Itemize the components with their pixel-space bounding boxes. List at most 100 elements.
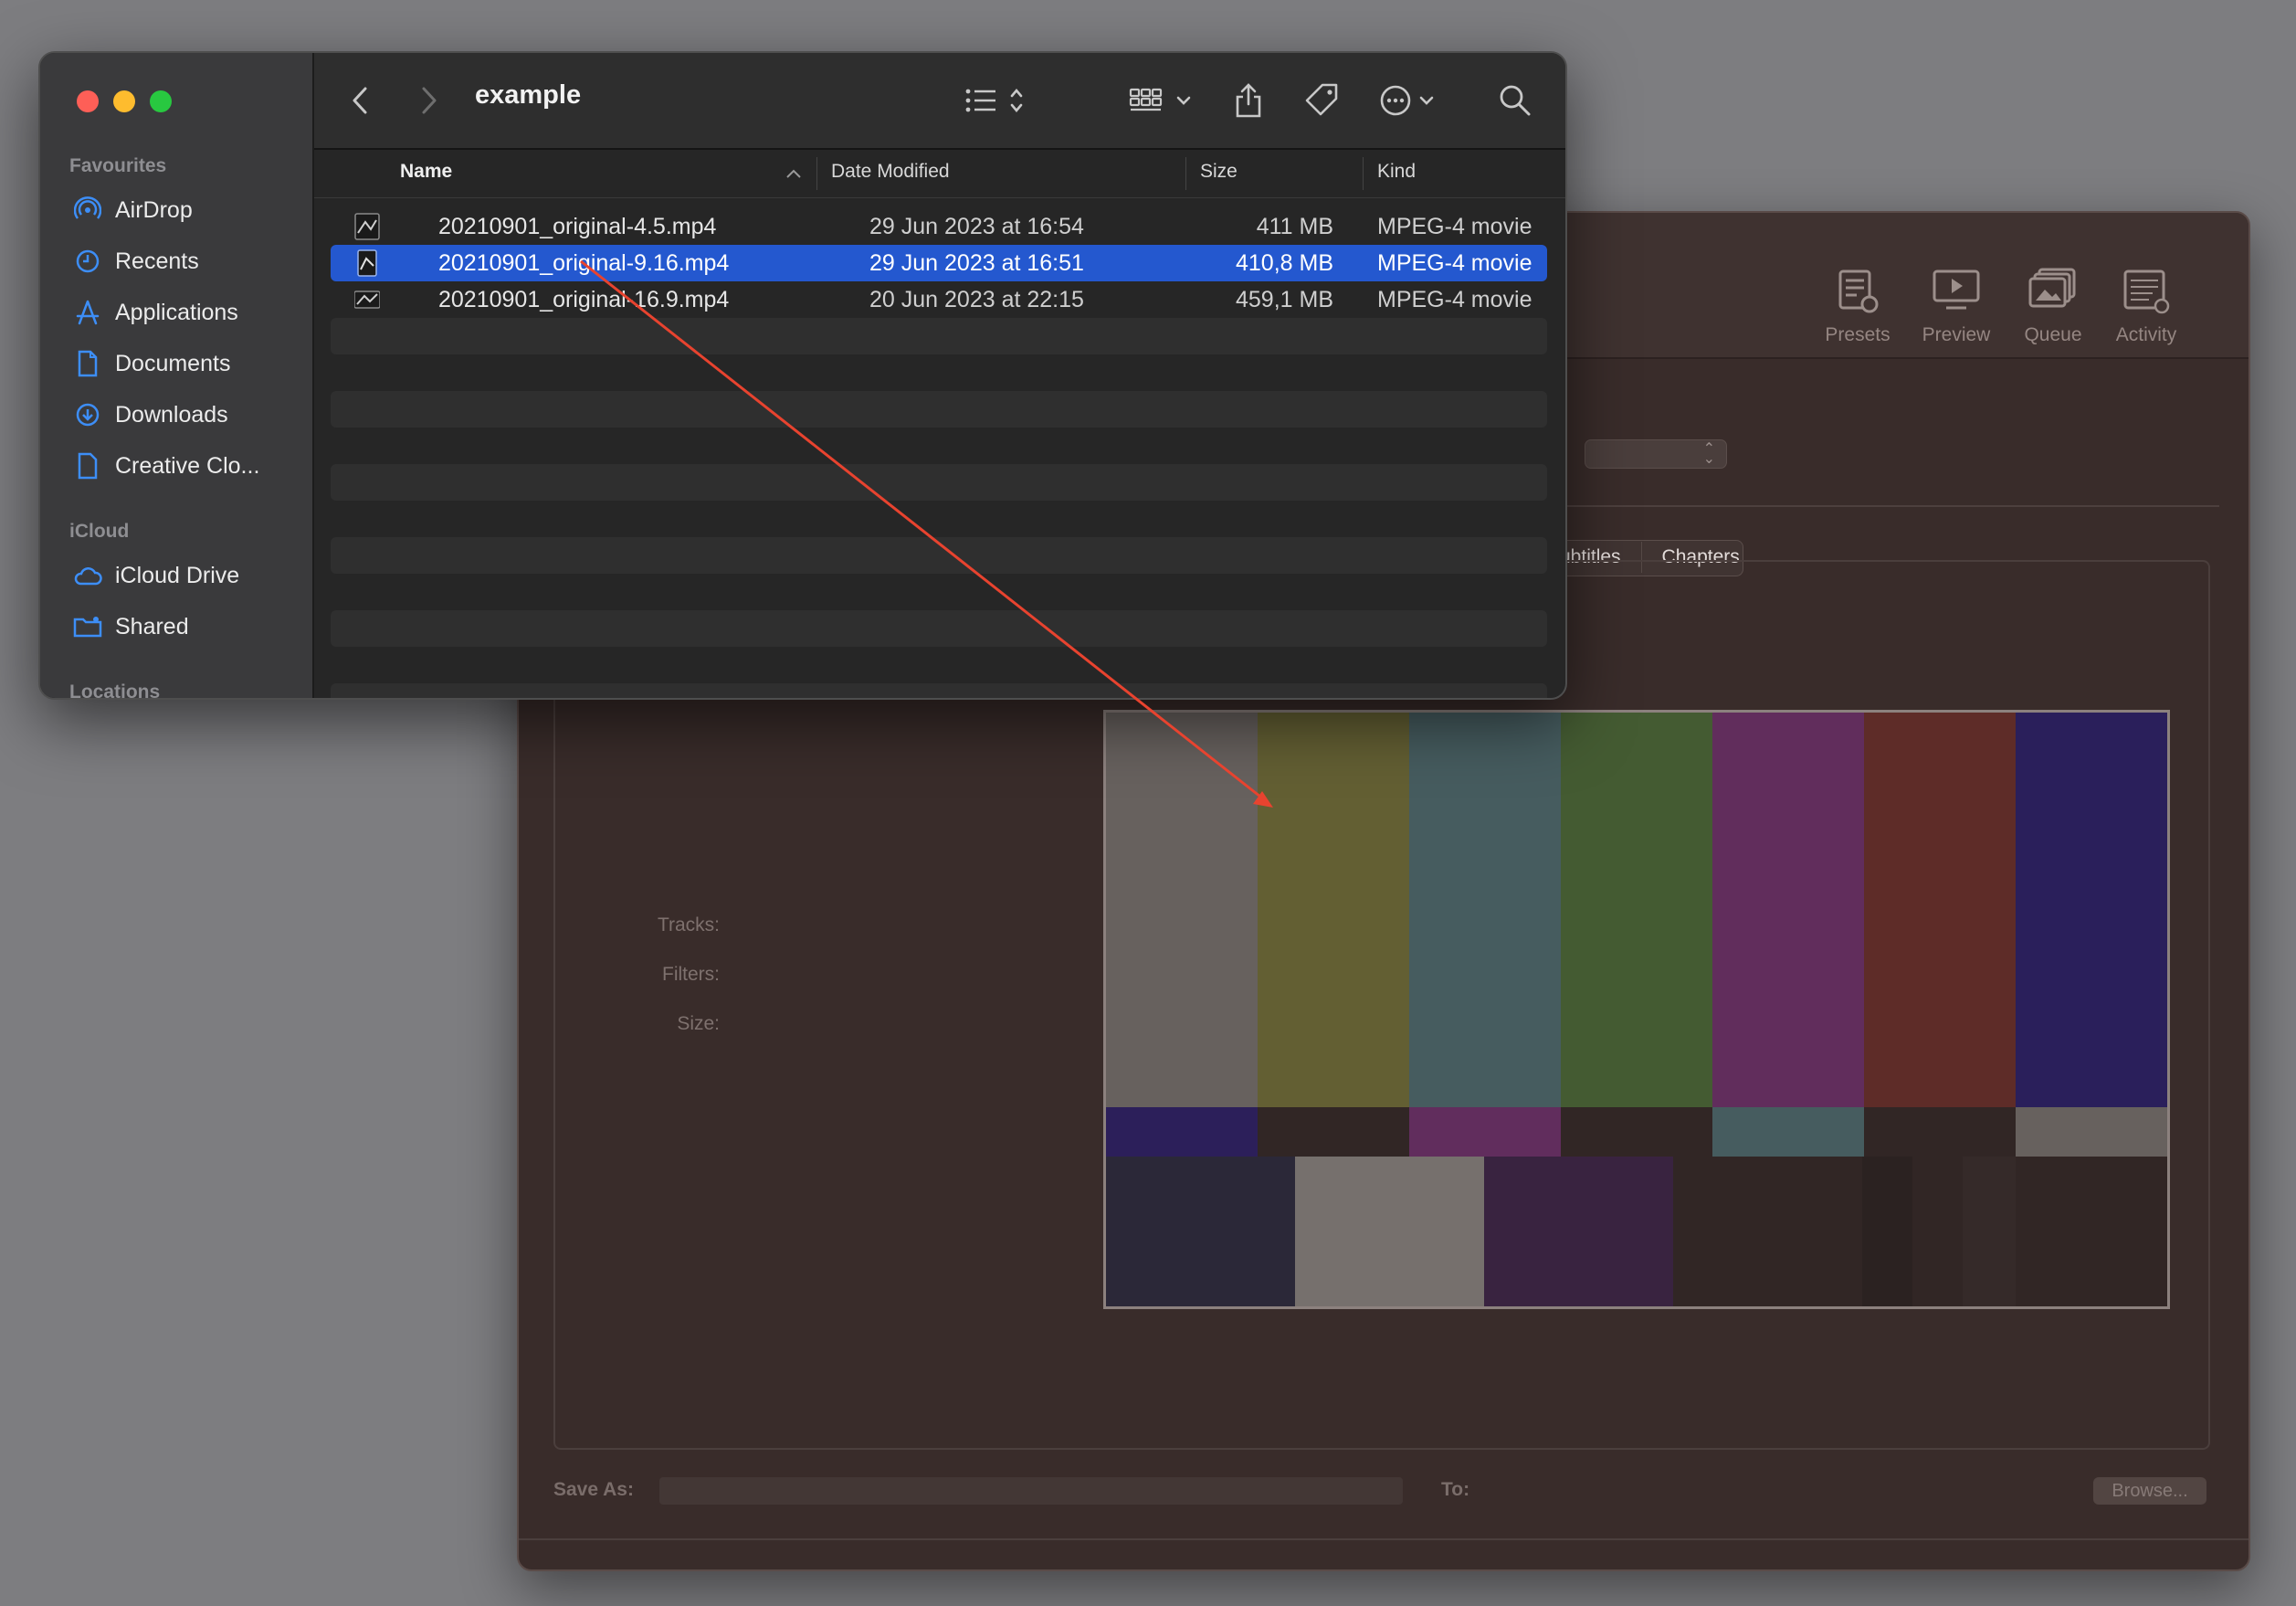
sidebar-item-downloads[interactable]: Downloads bbox=[73, 396, 228, 433]
airdrop-icon bbox=[73, 195, 102, 225]
save-as-field[interactable] bbox=[659, 1477, 1403, 1505]
sidebar-item-label: Recents bbox=[115, 248, 199, 274]
divider bbox=[1560, 505, 2219, 507]
activity-icon bbox=[2122, 268, 2171, 315]
sidebar-item-creative-cloud[interactable]: Creative Clo... bbox=[73, 448, 259, 484]
sidebar-item-label: Downloads bbox=[115, 401, 228, 428]
video-preview-image bbox=[1103, 710, 2170, 1309]
column-header-size[interactable]: Size bbox=[1200, 161, 1238, 183]
file-name: 20210901_original-4.5.mp4 bbox=[438, 214, 717, 239]
finder-window: Favourites AirDrop Recents Applications … bbox=[38, 51, 1567, 700]
search-icon bbox=[1500, 85, 1531, 116]
tag-button[interactable] bbox=[1304, 82, 1341, 119]
minimize-button[interactable] bbox=[113, 90, 135, 112]
sidebar-section-icloud: iCloud bbox=[69, 521, 130, 542]
share-icon bbox=[1236, 83, 1261, 118]
toolbar-label: Preview bbox=[1922, 324, 1991, 345]
size-label: Size: bbox=[677, 1013, 720, 1034]
tracks-label: Tracks: bbox=[657, 914, 720, 935]
column-divider bbox=[816, 157, 817, 190]
toolbar-activity-button[interactable]: Activity bbox=[2091, 268, 2201, 346]
close-button[interactable] bbox=[77, 90, 99, 112]
toolbar-preview-button[interactable]: Preview bbox=[1901, 268, 2011, 346]
browse-button[interactable]: Browse... bbox=[2093, 1477, 2206, 1505]
filters-label: Filters: bbox=[662, 964, 720, 985]
cloud-icon bbox=[73, 561, 102, 590]
column-divider bbox=[1363, 157, 1364, 190]
empty-row-stripe bbox=[331, 391, 1547, 428]
file-date: 29 Jun 2023 at 16:51 bbox=[869, 250, 1084, 276]
title-popup[interactable]: ⌃ ⌄ bbox=[1585, 439, 1727, 469]
empty-row-stripe bbox=[331, 610, 1547, 647]
sidebar-item-documents[interactable]: Documents bbox=[73, 345, 230, 382]
presets-icon bbox=[1833, 268, 1882, 315]
tag-icon bbox=[1305, 83, 1338, 116]
file-date: 29 Jun 2023 at 16:54 bbox=[869, 214, 1084, 239]
forward-button[interactable] bbox=[418, 82, 438, 119]
column-header-date[interactable]: Date Modified bbox=[831, 161, 950, 183]
column-header-bar: Name Date Modified Size Kind bbox=[314, 150, 1565, 198]
sidebar-item-applications[interactable]: Applications bbox=[73, 294, 238, 331]
chevron-left-icon bbox=[353, 87, 367, 114]
toolbar-presets-button[interactable]: Presets bbox=[1803, 268, 1912, 346]
file-icon bbox=[73, 451, 102, 481]
share-button[interactable] bbox=[1233, 82, 1264, 119]
empty-row-stripe bbox=[331, 464, 1547, 501]
window-title: example bbox=[475, 80, 582, 110]
file-name: 20210901_original-9.16.mp4 bbox=[438, 250, 730, 276]
sidebar-item-label: Documents bbox=[115, 350, 231, 376]
file-name: 20210901_original-16.9.mp4 bbox=[438, 287, 730, 312]
color-bars-graphic bbox=[1106, 713, 2167, 1306]
column-header-name[interactable]: Name bbox=[400, 161, 452, 183]
grid-icon bbox=[1129, 88, 1191, 111]
sidebar-item-shared[interactable]: Shared bbox=[73, 608, 189, 645]
column-header-kind[interactable]: Kind bbox=[1377, 161, 1416, 183]
finder-toolbar: example bbox=[314, 53, 1565, 150]
file-row[interactable]: 20210901_original-16.9.mp4 20 Jun 2023 a… bbox=[331, 281, 1547, 318]
sidebar-item-airdrop[interactable]: AirDrop bbox=[73, 192, 193, 228]
document-icon bbox=[73, 349, 102, 378]
back-button[interactable] bbox=[351, 82, 371, 119]
sidebar-item-label: Applications bbox=[115, 299, 238, 325]
video-file-icon bbox=[357, 249, 377, 277]
clock-icon bbox=[73, 247, 102, 276]
video-file-icon bbox=[354, 213, 380, 240]
ellipsis-circle-icon bbox=[1380, 85, 1434, 116]
shared-folder-icon bbox=[73, 612, 102, 641]
sidebar-item-label: Creative Clo... bbox=[115, 452, 260, 479]
sidebar-item-label: Shared bbox=[115, 613, 189, 639]
search-button[interactable] bbox=[1498, 82, 1532, 119]
file-size: 410,8 MB bbox=[1235, 250, 1333, 276]
queue-icon bbox=[2028, 268, 2078, 315]
group-button[interactable] bbox=[1129, 82, 1195, 119]
save-as-label: Save As: bbox=[553, 1479, 634, 1500]
file-kind: MPEG-4 movie bbox=[1377, 250, 1532, 276]
file-row-selected[interactable]: 20210901_original-9.16.mp4 29 Jun 2023 a… bbox=[331, 245, 1547, 281]
sidebar-item-icloud-drive[interactable]: iCloud Drive bbox=[73, 557, 239, 594]
sidebar-item-label: AirDrop bbox=[115, 196, 193, 223]
file-date: 20 Jun 2023 at 22:15 bbox=[869, 287, 1084, 312]
list-view-icon bbox=[965, 88, 1023, 113]
zoom-button[interactable] bbox=[150, 90, 172, 112]
file-row[interactable]: 20210901_original-4.5.mp4 29 Jun 2023 at… bbox=[331, 208, 1547, 245]
file-kind: MPEG-4 movie bbox=[1377, 287, 1532, 312]
sidebar-section-locations: Locations bbox=[69, 681, 161, 700]
download-icon bbox=[73, 400, 102, 429]
file-size: 459,1 MB bbox=[1235, 287, 1333, 312]
toolbar-label: Presets bbox=[1825, 324, 1891, 345]
action-button[interactable] bbox=[1379, 82, 1443, 119]
sidebar-item-recents[interactable]: Recents bbox=[73, 243, 199, 280]
file-kind: MPEG-4 movie bbox=[1377, 214, 1532, 239]
column-divider bbox=[1185, 157, 1186, 190]
preview-icon bbox=[1932, 268, 1981, 315]
sidebar-section-favourites: Favourites bbox=[69, 155, 167, 176]
view-options-button[interactable] bbox=[964, 82, 1028, 119]
empty-row-stripe bbox=[331, 318, 1547, 354]
applications-icon bbox=[73, 298, 102, 327]
sort-ascending-icon bbox=[786, 169, 801, 178]
chevron-right-icon bbox=[422, 87, 437, 114]
empty-row-stripe bbox=[331, 537, 1547, 574]
empty-row-stripe bbox=[331, 683, 1547, 698]
toolbar-label: Activity bbox=[2115, 324, 2177, 345]
divider bbox=[519, 1538, 2249, 1540]
